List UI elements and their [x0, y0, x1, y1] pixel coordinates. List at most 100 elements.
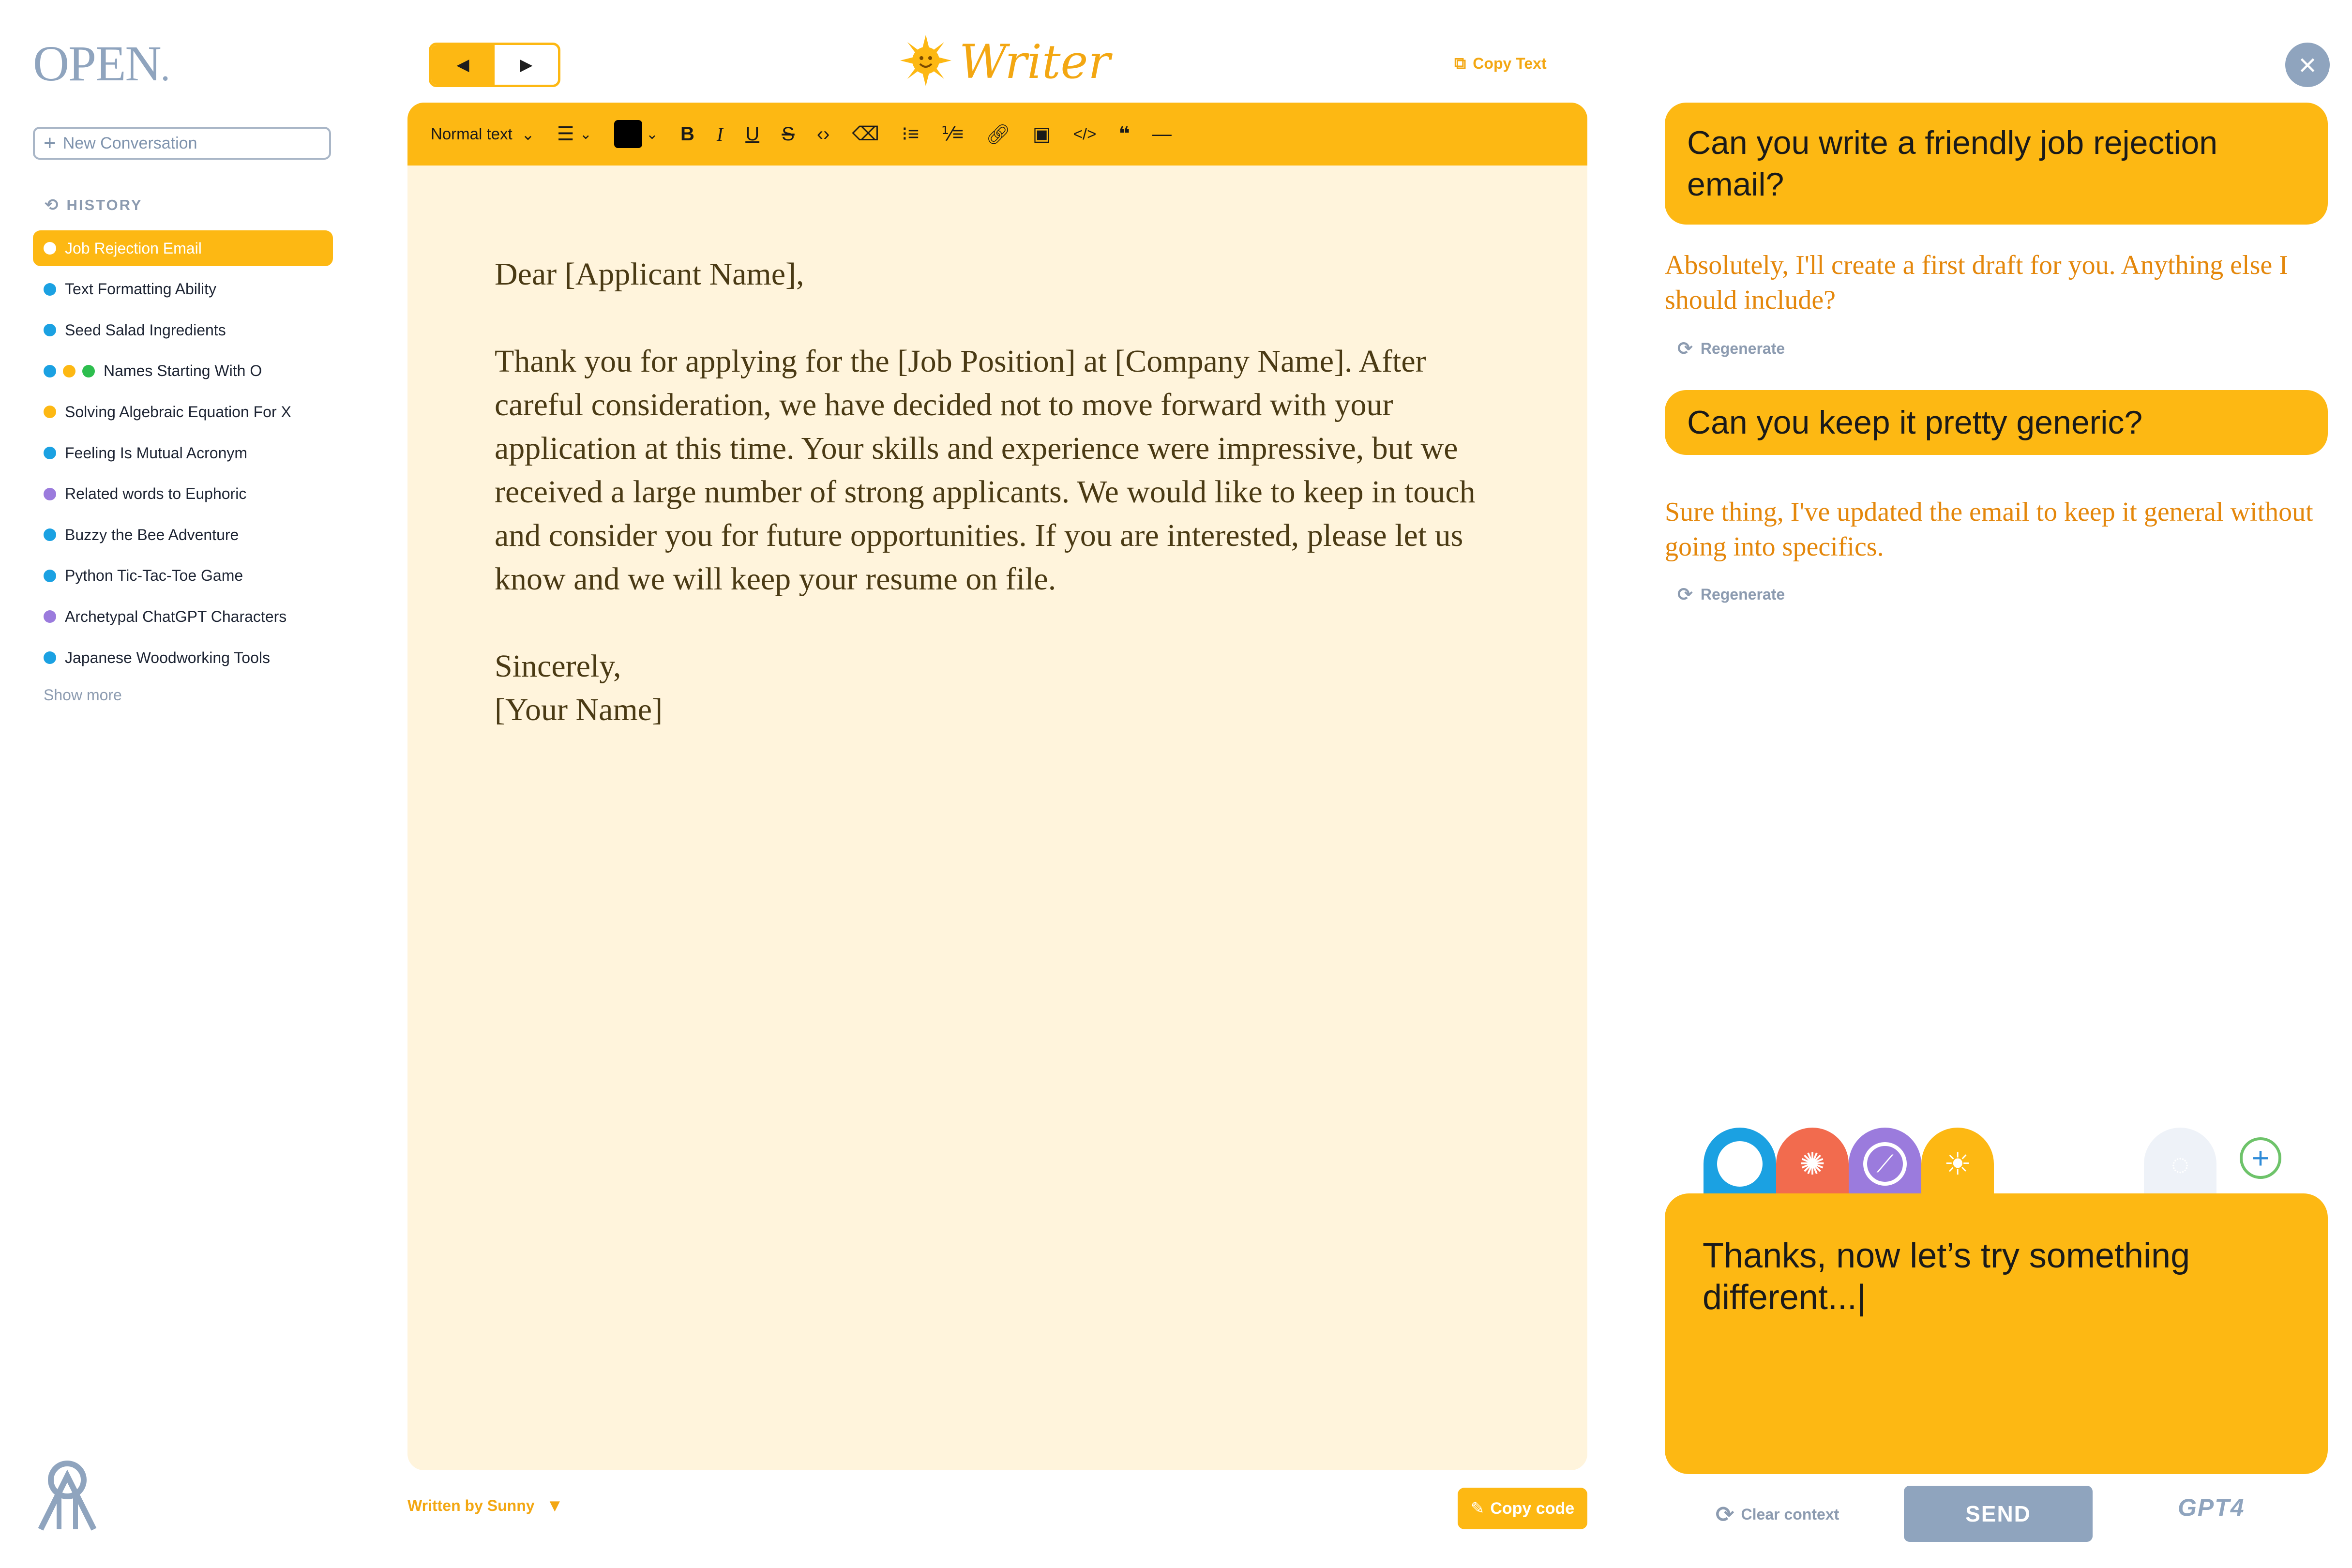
- assistant-message: Sure thing, I've updated the email to ke…: [1665, 497, 2313, 562]
- new-conversation-button[interactable]: + New Conversation: [33, 127, 331, 160]
- chevron-down-icon: ⌄: [521, 125, 535, 143]
- history-item[interactable]: Job Rejection Email: [33, 230, 333, 266]
- status-dot: [44, 406, 56, 419]
- faded-persona-tab[interactable]: ◌: [2144, 1128, 2216, 1200]
- history-item[interactable]: Related words to Euphoric: [33, 476, 333, 512]
- text-color-dropdown[interactable]: ⌄: [614, 120, 658, 148]
- history-item[interactable]: Text Formatting Ability: [33, 271, 333, 307]
- history-item-label: Japanese Woodworking Tools: [65, 648, 270, 666]
- status-dot: [44, 283, 56, 296]
- assistant-message: Absolutely, I'll create a first draft fo…: [1665, 250, 2288, 315]
- show-more-link[interactable]: Show more: [44, 686, 122, 704]
- status-dot: [44, 447, 56, 459]
- history-item-label: Related words to Euphoric: [65, 485, 247, 503]
- history-item[interactable]: Python Tic-Tac-Toe Game: [33, 558, 333, 594]
- history-item-label: Names Starting With O: [104, 362, 262, 380]
- status-dot: [44, 610, 56, 623]
- history-item[interactable]: Names Starting With O: [33, 353, 333, 389]
- image-icon[interactable]: ▣: [1033, 123, 1051, 145]
- chevron-down-icon: ⌄: [579, 126, 592, 142]
- italic-icon[interactable]: I: [717, 123, 723, 146]
- history-item-label: Solving Algebraic Equation For X: [65, 403, 291, 421]
- refresh-icon: ⟳: [1677, 339, 1693, 359]
- status-dot: [44, 487, 56, 500]
- history-item[interactable]: Japanese Woodworking Tools: [33, 640, 333, 676]
- history-item[interactable]: Seed Salad Ingredients: [33, 312, 333, 348]
- underline-icon[interactable]: U: [745, 123, 759, 145]
- chevron-down-icon: ⌄: [646, 126, 658, 142]
- status-dot: [44, 324, 56, 337]
- code-block-icon[interactable]: </>: [1073, 125, 1097, 143]
- author-selector[interactable]: Written by Sunny ▼: [407, 1495, 563, 1516]
- history-icon: ⟲: [45, 196, 60, 214]
- circle-icon: [1717, 1141, 1763, 1187]
- back-arrow-icon[interactable]: ◀: [431, 45, 495, 85]
- app-title: Writer: [959, 34, 1111, 89]
- status-dot: [82, 364, 95, 377]
- copy-icon: ⧉: [1454, 54, 1466, 73]
- history-item[interactable]: Feeling Is Mutual Acronym: [33, 435, 333, 471]
- sun-face-icon: ☀: [1944, 1146, 1972, 1181]
- message-composer[interactable]: Thanks, now let’s try something differen…: [1665, 1193, 2328, 1474]
- regenerate-button[interactable]: ⟳ Regenerate: [1677, 338, 1785, 360]
- status-dot: [44, 569, 56, 582]
- model-badge[interactable]: GPT4: [2178, 1493, 2245, 1522]
- triangle-down-icon: ▼: [546, 1495, 564, 1515]
- letter-signature: [Your Name]: [495, 692, 663, 727]
- clear-context-button[interactable]: ⟳ Clear context: [1716, 1501, 1839, 1527]
- history-item[interactable]: Archetypal ChatGPT Characters: [33, 599, 333, 634]
- history-nav: ◀ ▶: [429, 43, 560, 87]
- letter-greeting: Dear [Applicant Name],: [495, 256, 804, 292]
- link-icon[interactable]: 🔗︎: [986, 123, 1010, 146]
- history-item-label: Text Formatting Ability: [65, 280, 216, 298]
- history-item-label: Python Tic-Tac-Toe Game: [65, 567, 243, 585]
- status-dot: [44, 364, 56, 377]
- open-logo: OPEN.: [33, 36, 170, 91]
- status-dot: [44, 528, 56, 542]
- send-button[interactable]: SEND: [1904, 1486, 2093, 1542]
- color-swatch: [614, 120, 642, 148]
- document-body[interactable]: Dear [Applicant Name], Thank you for app…: [495, 253, 1492, 732]
- persona-selector: ✺ ⟋ ☀ ◌: [1689, 1123, 2333, 1200]
- document-editor[interactable]: Normal text ⌄ ☰ ⌄ ⌄ B I U S ‹› ⌫ ⁝≡ ⅟≡ 🔗…: [407, 103, 1587, 1470]
- status-dot: [44, 242, 56, 255]
- burst-icon: ✺: [1799, 1146, 1825, 1181]
- writer-logo: Writer: [899, 34, 1110, 90]
- status-dot: [63, 364, 75, 377]
- user-message: Can you keep it pretty generic?: [1665, 390, 2328, 455]
- numbered-list-icon[interactable]: ⅟≡: [941, 123, 964, 145]
- sunny-persona-tab[interactable]: ☀: [1921, 1128, 1994, 1200]
- plus-icon: +: [44, 131, 56, 155]
- sun-icon: [899, 34, 952, 90]
- copy-code-button[interactable]: ✎ Copy code: [1458, 1488, 1587, 1529]
- formatting-toolbar: Normal text ⌄ ☰ ⌄ ⌄ B I U S ‹› ⌫ ⁝≡ ⅟≡ 🔗…: [407, 103, 1587, 166]
- purple-persona-tab[interactable]: ⟋: [1849, 1128, 1921, 1200]
- clear-format-icon[interactable]: ⌫: [852, 123, 879, 145]
- edit-icon: ✎: [1470, 1499, 1485, 1518]
- add-persona-icon[interactable]: +: [2240, 1137, 2281, 1179]
- refresh-icon: ⟳: [1716, 1502, 1734, 1527]
- quote-icon[interactable]: ❝: [1118, 123, 1130, 145]
- align-left-icon: ☰: [557, 123, 574, 145]
- letter-body: Thank you for applying for the [Job Posi…: [495, 344, 1476, 597]
- brand-monogram-icon: [31, 1457, 104, 1537]
- copy-text-button[interactable]: ⧉ Copy Text: [1454, 54, 1547, 73]
- red-persona-tab[interactable]: ✺: [1776, 1128, 1849, 1200]
- history-item-label: Feeling Is Mutual Acronym: [65, 444, 248, 462]
- bullet-list-icon[interactable]: ⁝≡: [902, 123, 919, 145]
- bold-icon[interactable]: B: [680, 123, 694, 145]
- strikethrough-icon[interactable]: S: [782, 123, 795, 145]
- text-style-dropdown[interactable]: Normal text ⌄: [431, 125, 535, 144]
- blue-persona-tab[interactable]: [1704, 1128, 1776, 1200]
- inline-code-icon[interactable]: ‹›: [817, 123, 830, 145]
- refresh-icon: ⟳: [1677, 585, 1693, 605]
- regenerate-button[interactable]: ⟳ Regenerate: [1677, 584, 1785, 605]
- history-item-label: Job Rejection Email: [65, 239, 202, 257]
- forward-arrow-icon[interactable]: ▶: [495, 45, 558, 85]
- close-icon[interactable]: ×: [2285, 43, 2330, 87]
- horizontal-rule-icon[interactable]: —: [1152, 123, 1172, 145]
- align-dropdown[interactable]: ☰ ⌄: [557, 123, 592, 145]
- history-item[interactable]: Solving Algebraic Equation For X: [33, 394, 333, 430]
- history-item[interactable]: Buzzy the Bee Adventure: [33, 517, 333, 553]
- history-item-label: Archetypal ChatGPT Characters: [65, 607, 287, 625]
